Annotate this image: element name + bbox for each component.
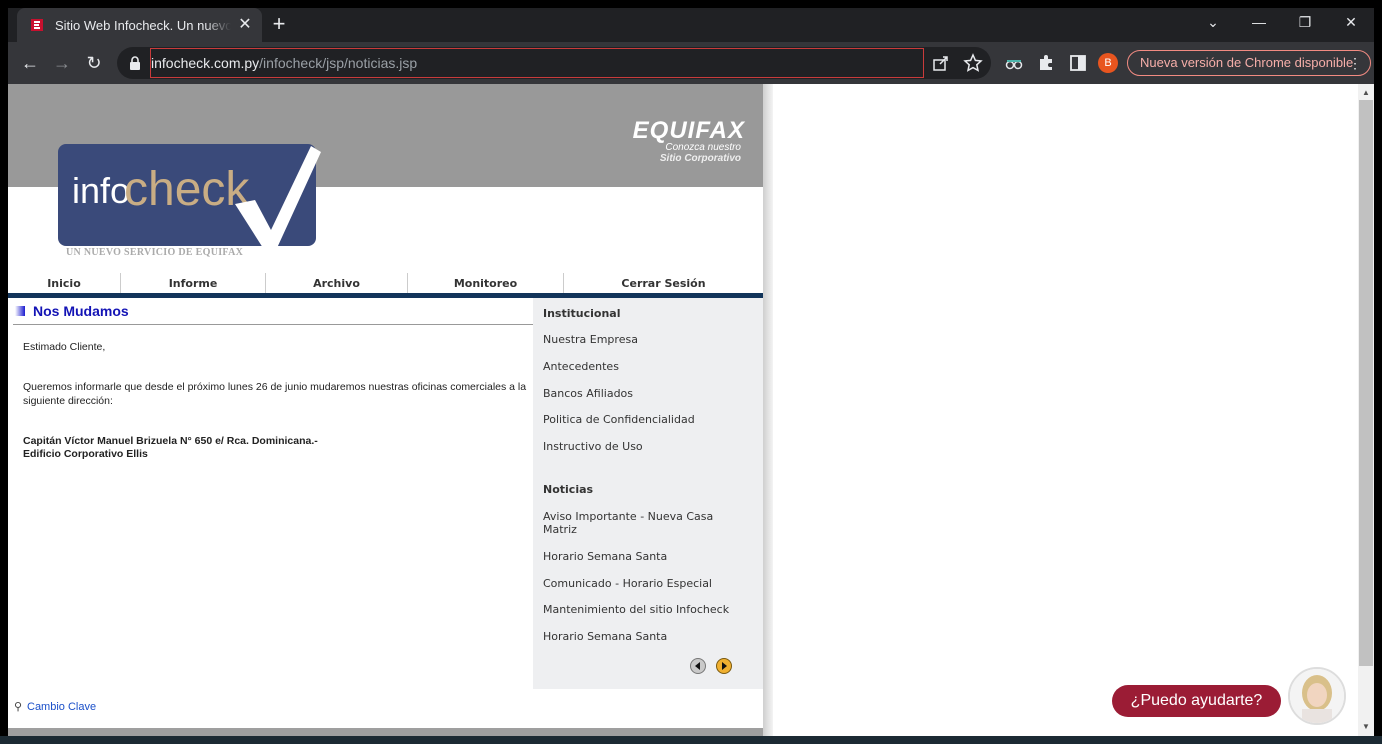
url-host: infocheck.com.py [151,55,260,71]
infocheck-logo: info check [58,144,321,248]
menu-inicio[interactable]: Inicio [8,273,121,293]
address-line-1: Capitán Víctor Manuel Brizuela N° 650 e/… [23,435,318,447]
frame-divider[interactable] [763,84,773,736]
restore-icon[interactable]: ❐ [1282,8,1328,38]
sidebar-link-antecedentes[interactable]: Antecedentes [543,360,748,373]
sidebar: Institucional Nuestra Empresa Antecedent… [533,298,763,689]
incognito-extension-icon[interactable] [1004,53,1024,73]
equifax-corporate-label: Sitio Corporativo [659,153,741,164]
url-path: /infocheck/jsp/noticias.jsp [259,55,418,71]
sidebar-news-item[interactable]: Mantenimiento del sitio Infocheck [543,603,748,616]
article-title: Nos Mudamos [33,303,129,319]
chat-assistant-avatar[interactable] [1288,667,1346,725]
sidebar-news-item[interactable]: Comunicado - Horario Especial [543,577,748,590]
lock-icon [130,56,140,70]
cambio-clave-label: Cambio Clave [27,701,97,713]
key-icon: ⚲ [14,701,23,713]
news-pager [690,658,737,677]
title-bullet-icon [15,306,25,316]
scroll-up-icon[interactable]: ▲ [1358,86,1374,100]
article-header: Nos Mudamos [13,303,533,325]
back-icon[interactable]: ← [18,51,42,75]
browser-toolbar: ← → ↻ infocheck.com.py/infocheck/jsp/not… [8,42,1374,84]
checkmark-icon [235,146,321,248]
address-bar[interactable]: infocheck.com.py/infocheck/jsp/noticias.… [150,48,924,78]
footer-bar [8,728,763,736]
equifax-logo: EQUIFAX [632,117,745,144]
sidebar-link-nuestra-empresa[interactable]: Nuestra Empresa [543,333,748,346]
main-menu: Inicio Informe Archivo Monitoreo Cerrar … [8,273,763,293]
equifax-corporate-link[interactable]: EQUIFAX Conozca nuestro Sitio Corporativ… [632,117,745,165]
omnibox[interactable]: infocheck.com.py/infocheck/jsp/noticias.… [117,47,991,79]
menu-informe[interactable]: Informe [121,273,266,293]
next-arrow-icon[interactable] [716,658,733,674]
window-close-icon[interactable]: ✕ [1328,8,1374,38]
profile-avatar[interactable]: B [1098,53,1118,73]
tab-title: Sitio Web Infocheck. Un nuevo de [55,17,231,33]
side-panel-icon[interactable] [1068,53,1088,73]
tab-strip: Sitio Web Infocheck. Un nuevo de ✕ + ⌄ —… [8,8,1374,42]
minimize-icon[interactable]: — [1236,8,1282,38]
chrome-update-button[interactable]: Nueva versión de Chrome disponible ⋮ [1127,50,1371,76]
logo-check-text: check [124,163,250,216]
bookmark-star-icon[interactable] [963,53,983,73]
article-paragraph: Queremos informarle que desde el próximo… [23,381,527,407]
scroll-down-icon[interactable]: ▼ [1358,720,1374,734]
sidebar-news-item[interactable]: Horario Semana Santa [543,550,748,563]
sidebar-link-bancos-afiliados[interactable]: Bancos Afiliados [543,387,748,400]
sidebar-link-politica[interactable]: Politica de Confidencialidad [543,413,748,426]
sidebar-news-item[interactable]: Aviso Importante - Nueva Casa Matriz [543,510,748,536]
site-favicon-icon [29,17,45,33]
update-label: Nueva versión de Chrome disponible [1140,55,1354,70]
tab-search-icon[interactable]: ⌄ [1190,8,1236,38]
article-greeting: Estimado Cliente, [23,341,106,353]
sidebar-link-instructivo[interactable]: Instructivo de Uso [543,440,748,453]
address-line-2: Edificio Corporativo Ellis [23,448,148,460]
prev-arrow-icon[interactable] [690,658,706,674]
more-menu-icon[interactable]: ⋮ [1348,51,1362,75]
browser-tab[interactable]: Sitio Web Infocheck. Un nuevo de ✕ [17,8,262,42]
taskbar [0,736,1382,744]
sidebar-institucional-title: Institucional [543,307,621,320]
cambio-clave-link[interactable]: ⚲ Cambio Clave [14,700,96,713]
scrollbar-thumb[interactable] [1359,100,1373,666]
vertical-scrollbar[interactable]: ▲ ▼ [1358,84,1374,736]
chat-help-button[interactable]: ¿Puedo ayudarte? [1112,685,1281,717]
right-frame [773,84,1358,736]
page-viewport: EQUIFAX Conozca nuestro Sitio Corporativ… [8,84,1374,736]
new-tab-icon[interactable]: + [266,12,292,38]
reload-icon[interactable]: ↻ [82,51,106,75]
logo-info-text: info [72,170,131,211]
tab-close-icon[interactable]: ✕ [236,16,254,34]
sidebar-noticias-title: Noticias [543,483,594,496]
logo-tagline: UN NUEVO SERVICIO DE EQUIFAX [66,247,244,258]
menu-monitoreo[interactable]: Monitoreo [408,273,564,293]
share-icon[interactable] [931,53,951,73]
menu-cerrar-sesion[interactable]: Cerrar Sesión [564,273,763,293]
main-frame: EQUIFAX Conozca nuestro Sitio Corporativ… [8,84,763,736]
extensions-puzzle-icon[interactable] [1036,53,1056,73]
forward-icon[interactable]: → [50,51,74,75]
menu-archivo[interactable]: Archivo [266,273,408,293]
article: Nos Mudamos Estimado Cliente, Queremos i… [8,298,533,688]
sidebar-news-item[interactable]: Horario Semana Santa [543,630,748,643]
